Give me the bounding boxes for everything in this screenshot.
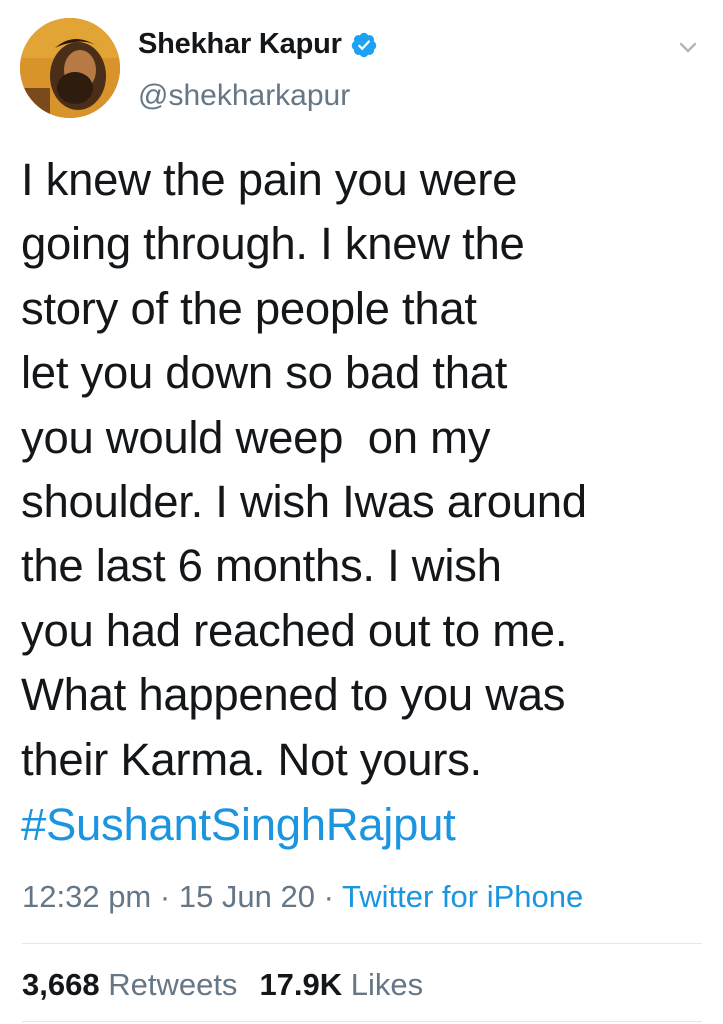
divider [22,943,702,944]
tweet-text-line: let you down so bad that [21,347,508,399]
tweet-meta: 12:32 pm · 15 Jun 20 · Twitter for iPhon… [22,879,583,915]
divider [22,1021,702,1022]
avatar[interactable] [20,18,120,118]
tweet-card: Shekhar Kapur @shekharkapur I knew the p… [0,0,723,1024]
tweet-date[interactable]: 15 Jun 20 [179,879,315,914]
author-handle[interactable]: @shekharkapur [138,79,350,113]
hashtag-link[interactable]: #SushantSinghRajput [21,793,456,857]
tweet-text-line: What happened to you was [21,669,566,721]
author-name-row: Shekhar Kapur [138,28,378,61]
retweets-stat[interactable]: 3,668 Retweets [22,967,237,1002]
likes-label: Likes [350,967,424,1002]
tweet-text-line: story of the people that [21,282,477,334]
avatar-image [20,18,120,118]
retweets-label: Retweets [108,967,238,1002]
chevron-down-icon[interactable] [677,36,699,58]
retweets-count: 3,668 [22,967,100,1002]
tweet-stats: 3,668 Retweets 17.9K Likes [22,967,423,1003]
meta-separator: · [323,879,343,914]
author-display-name[interactable]: Shekhar Kapur [138,28,342,61]
tweet-text: I knew the pain you were going through. … [21,148,701,792]
tweet-text-line: I knew the pain you were [21,154,518,205]
tweet-text-line: the last 6 months. I wish [21,540,502,592]
likes-stat[interactable]: 17.9K Likes [259,967,423,1002]
tweet-text-line: shoulder. I wish Iwas around [21,476,587,528]
meta-separator: · [159,879,179,914]
verified-badge-icon [350,31,378,59]
tweet-text-line: you would weep on my [21,411,491,463]
tweet-text-line: you had reached out to me. [21,604,568,656]
tweet-time[interactable]: 12:32 pm [22,879,151,914]
tweet-source-link[interactable]: Twitter for iPhone [342,879,583,914]
tweet-text-line: their Karma. Not yours. [21,733,482,785]
tweet-text-line: going through. I knew the [21,218,525,270]
likes-count: 17.9K [259,967,343,1002]
